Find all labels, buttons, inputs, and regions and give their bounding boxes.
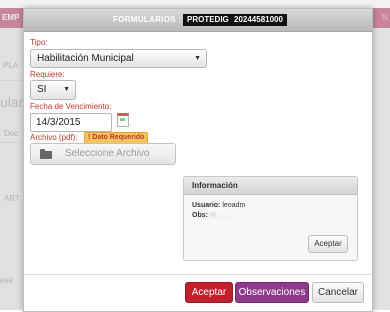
requiere-select-value: SI	[37, 84, 47, 95]
fecha-vencimiento-input[interactable]: 14/3/2015	[30, 113, 112, 132]
chevron-down-icon: ▼	[63, 86, 70, 93]
select-file-label: Seleccione Archivo	[65, 148, 150, 159]
dialog-title-tag: PROTEDIG	[183, 14, 233, 26]
tipo-select-value: Habilitación Municipal	[37, 53, 134, 64]
info-panel-title: Información	[184, 177, 357, 195]
info-obs-value: re , , . ,	[209, 212, 232, 219]
observaciones-button[interactable]: Observaciones	[235, 282, 309, 303]
calendar-icon[interactable]	[117, 113, 129, 127]
info-obs-label: Obs:	[192, 212, 208, 219]
tipo-select[interactable]: Habilitación Municipal ▼	[30, 49, 207, 68]
accept-button[interactable]: Aceptar	[185, 282, 233, 303]
info-user-value: leoadm	[222, 202, 246, 209]
chevron-down-icon: ▼	[194, 55, 201, 62]
dialog-title-label: FORMULARIOS :	[113, 15, 182, 24]
select-file-button[interactable]: Seleccione Archivo	[30, 143, 176, 165]
tipo-label: Tipo:	[30, 38, 48, 47]
folder-icon	[40, 149, 52, 159]
cancel-button[interactable]: Cancelar	[312, 282, 364, 303]
info-accept-button[interactable]: Aceptar	[308, 235, 348, 253]
info-panel: Información Usuario: leoadm Obs: re , , …	[183, 176, 358, 261]
fecha-vencimiento-label: Fecha de Vencimiento:	[30, 102, 112, 111]
formularios-dialog: FORMULARIOS : PROTEDIG 20244581000 Tipo:…	[23, 8, 373, 312]
dialog-footer-divider	[24, 274, 372, 275]
requiere-label: Requiere:	[30, 70, 65, 79]
dialog-title-tag: 20244581000	[230, 14, 287, 26]
dialog-titlebar[interactable]: FORMULARIOS : PROTEDIG 20244581000	[24, 9, 372, 32]
info-obs-row: Obs: re , , . ,	[192, 212, 232, 219]
requiere-select[interactable]: SI ▼	[30, 80, 76, 100]
info-user-label: Usuario:	[192, 202, 221, 209]
archivo-label: Archivo (pdf):	[30, 133, 78, 142]
info-user-row: Usuario: leoadm	[192, 202, 245, 209]
